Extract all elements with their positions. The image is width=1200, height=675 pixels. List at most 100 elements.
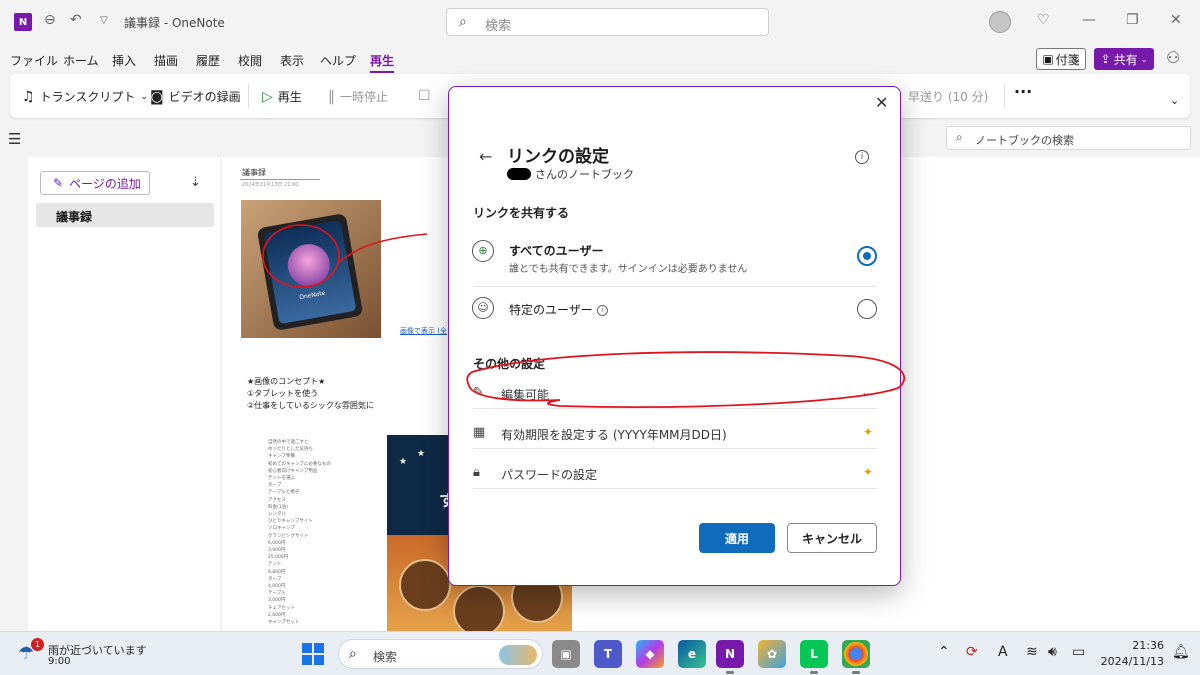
lightbulb-icon[interactable]: ♡: [1037, 12, 1050, 28]
ribbon-collapse-chevron-icon[interactable]: ⌄: [1170, 94, 1179, 107]
menu-playback[interactable]: 再生: [370, 52, 395, 73]
input-method-icon[interactable]: A: [998, 644, 1008, 660]
expiry-date-field[interactable]: ▦ 有効期限を設定する (YYYY年MM月DD日) ✦: [473, 419, 877, 449]
list-item: レンタル: [268, 512, 286, 518]
global-search-input[interactable]: ⌕ 検索: [446, 8, 769, 36]
star-icon: ★: [417, 449, 426, 459]
note-title[interactable]: 議事録: [242, 167, 266, 178]
paint-icon[interactable]: ✿: [758, 640, 786, 668]
list-item: キャンプセット: [268, 620, 300, 626]
tablet-screen: OneNote: [263, 219, 357, 325]
list-item: 4,000円: [268, 584, 286, 590]
sticky-notes-button[interactable]: ▣ 付箋: [1036, 48, 1086, 70]
search-icon: ⌕: [956, 130, 963, 144]
pause-button[interactable]: ‖ 一時停止: [328, 88, 388, 105]
fast-forward-button[interactable]: 早送り (10 分): [908, 88, 988, 105]
password-field[interactable]: 🔒︎ パスワードの設定 ✦: [473, 459, 877, 489]
share-section-label: リンクを共有する: [473, 206, 570, 220]
page-item-minutes[interactable]: 議事録: [36, 203, 214, 227]
menu-review[interactable]: 校閲: [238, 52, 262, 69]
restore-icon[interactable]: ❐: [1126, 12, 1139, 28]
system-clock[interactable]: 21:36 2024/11/13: [1092, 638, 1164, 670]
chrome-icon[interactable]: [842, 640, 870, 674]
line-icon[interactable]: L: [800, 640, 828, 674]
chevron-up-icon[interactable]: ⌃: [938, 644, 950, 660]
option-specific-users[interactable]: 特定のユーザー i: [509, 301, 608, 318]
stop-button[interactable]: ☐: [418, 88, 431, 104]
start-windows-icon[interactable]: [302, 643, 324, 665]
play-button[interactable]: ▷ 再生: [262, 88, 302, 105]
pause-icon: ‖: [328, 88, 335, 105]
feedback-icon[interactable]: ⚇: [1166, 48, 1180, 67]
all-users-radio[interactable]: [857, 246, 877, 266]
notebook-search-input[interactable]: ⌕ ノートブックの検索: [946, 126, 1191, 150]
weather-widget[interactable]: ☂ 1 雨が近づいています 9:00: [18, 638, 168, 669]
undo-icon[interactable]: ↶: [70, 12, 82, 28]
list-item: 2,600円: [268, 612, 286, 618]
back-arrow-icon[interactable]: ←: [479, 147, 492, 166]
search-placeholder: 検索: [485, 19, 512, 34]
menu-insert[interactable]: 挿入: [112, 52, 136, 69]
camp-item-list: 自然の中で過ごすと ゆったりとした気持ち キャンプ準備 初めてのキャンプに必要な…: [268, 439, 331, 626]
transcript-button[interactable]: ♫ トランスクリプト ⌄: [22, 88, 148, 105]
permission-dropdown[interactable]: ✎ 編集可能 ⌄: [473, 379, 877, 409]
list-item: テーブル: [268, 591, 286, 597]
menu-file[interactable]: ファイル: [10, 52, 58, 69]
transcript-label: トランスクリプト: [39, 90, 136, 104]
edge-icon[interactable]: e: [678, 640, 706, 668]
battery-icon[interactable]: ▭: [1072, 644, 1085, 660]
copilot-icon[interactable]: ◆: [636, 640, 664, 668]
menu-draw[interactable]: 描画: [154, 52, 178, 69]
fast-forward-label: 早送り (10 分): [908, 90, 989, 104]
list-item: アクセス: [268, 497, 286, 503]
globe-icon: ⊕: [472, 240, 494, 262]
close-window-icon[interactable]: ✕: [1170, 12, 1182, 28]
task-view-icon[interactable]: ▣: [552, 640, 580, 668]
redacted-owner-name: [507, 168, 531, 180]
teams-icon[interactable]: T: [594, 640, 622, 668]
share-button[interactable]: ⇪ 共有 ⌄: [1094, 48, 1154, 70]
document-title: 議事録 - OneNote: [124, 16, 225, 30]
concept-item: ①タブレットを使う: [247, 389, 319, 398]
notification-bell-icon[interactable]: 🔔︎: [1172, 644, 1190, 660]
link-settings-dialog: ✕ ← リンクの設定 さんのノートブック i リンクを共有する ⊕ すべてのユー…: [448, 86, 901, 586]
ribbon-divider: [248, 84, 249, 108]
specific-users-radio[interactable]: [857, 299, 877, 319]
account-avatar[interactable]: [989, 11, 1011, 33]
apply-button[interactable]: 適用: [699, 523, 775, 553]
option-all-users-title[interactable]: すべてのユーザー: [509, 242, 603, 259]
close-icon[interactable]: ✕: [875, 93, 888, 112]
onenote-icon[interactable]: N: [716, 640, 744, 674]
minimize-icon[interactable]: —: [1082, 12, 1096, 28]
add-page-button[interactable]: ✎ ページの追加: [40, 171, 150, 195]
tablet-image[interactable]: OneNote: [241, 200, 381, 338]
menu-home[interactable]: ホーム: [63, 52, 99, 69]
ribbon-divider: [1004, 84, 1005, 108]
onenote-logo-icon: N: [14, 13, 32, 31]
list-item: 6,800円: [268, 569, 286, 575]
info-icon[interactable]: i: [855, 150, 869, 164]
pencil-icon: ✎: [473, 385, 484, 400]
menu-view[interactable]: 表示: [280, 52, 304, 69]
sync-alert-icon[interactable]: ⟳: [966, 644, 978, 660]
chevron-down-icon: ⌄: [1140, 54, 1148, 64]
back-icon[interactable]: ⊖: [44, 12, 56, 28]
list-item: テント: [268, 562, 282, 568]
poster-photo-circle: [453, 585, 505, 632]
image-link[interactable]: 画像で表示 (全: [400, 326, 447, 336]
info-icon[interactable]: i: [596, 305, 608, 316]
volume-icon[interactable]: 🔊︎: [1048, 644, 1057, 660]
more-options-icon[interactable]: ···: [1014, 82, 1032, 101]
quick-access-dropdown-icon[interactable]: ▽: [100, 15, 108, 26]
navigation-menu-icon[interactable]: ☰: [8, 130, 21, 148]
wifi-icon[interactable]: ≋: [1026, 644, 1038, 660]
video-record-button[interactable]: ◙ ビデオの録画: [150, 88, 241, 105]
taskbar-search[interactable]: ⌕ 検索: [338, 639, 543, 669]
add-page-icon: ✎: [53, 176, 64, 190]
cancel-button[interactable]: キャンセル: [787, 523, 877, 553]
share-label: 共有: [1113, 52, 1138, 67]
menu-help[interactable]: ヘルプ: [320, 52, 356, 69]
tablet-app-label: OneNote: [298, 289, 326, 302]
sort-icon[interactable]: ⇣: [190, 175, 201, 190]
menu-history[interactable]: 履歴: [196, 52, 220, 69]
